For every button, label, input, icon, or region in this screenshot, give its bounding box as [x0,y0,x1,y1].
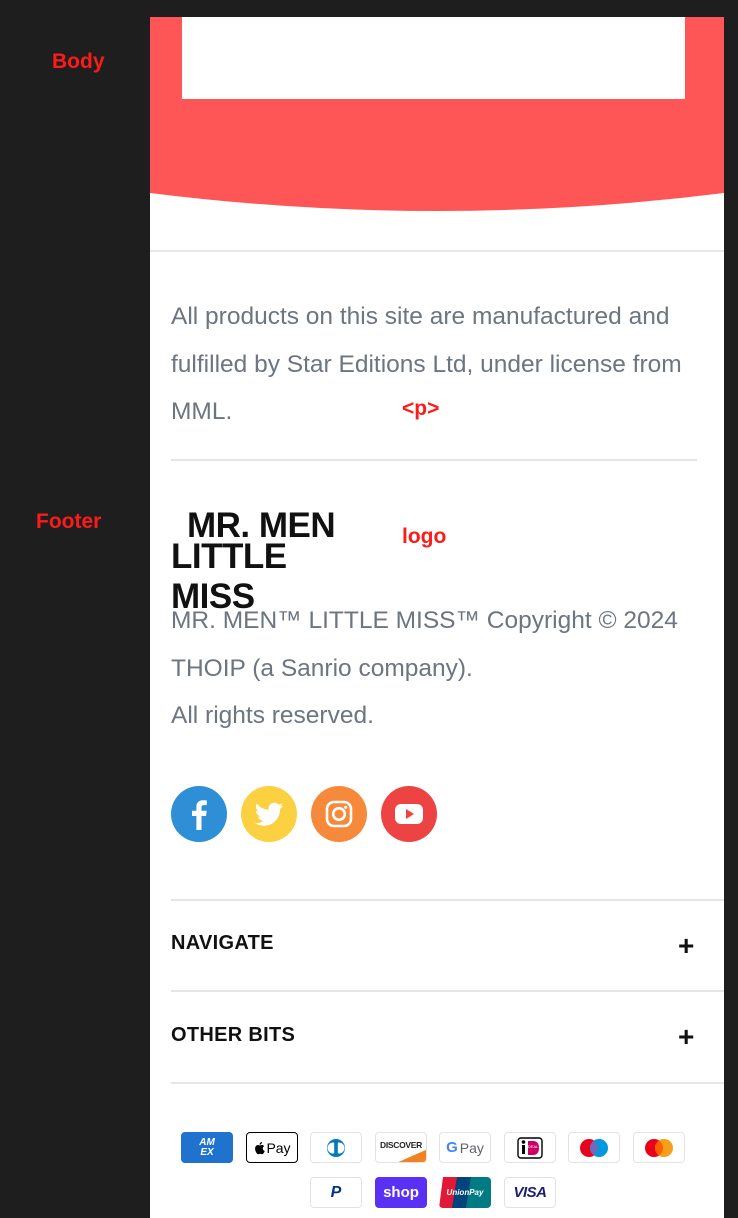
page-viewport: All products on this site are manufactur… [150,17,724,1218]
plus-icon[interactable]: + [678,932,694,960]
amex-label: AM EX [199,1136,215,1158]
body-annotation: Body [52,50,105,73]
footer-annotation: Footer [36,510,102,533]
google-g-icon: G [446,1139,458,1156]
mr-men-little-miss-logo[interactable]: MR. MEN LITTLE MISS [171,506,377,616]
divider [171,1082,724,1084]
unionpay-icon: UnionPay [439,1177,491,1208]
diners-club-icon [310,1132,362,1163]
plus-icon[interactable]: + [678,1023,694,1051]
instagram-icon[interactable] [311,786,367,842]
shop-pay-label: shop [383,1184,419,1201]
ideal-label: iDEAL [527,1144,539,1149]
google-pay-icon: G Pay [439,1132,491,1163]
unionpay-label: UnionPay [446,1188,484,1197]
facebook-icon[interactable] [171,786,227,842]
divider [171,459,697,461]
maestro-icon [568,1132,620,1163]
discover-icon: DISCOVER [375,1132,427,1163]
youtube-icon[interactable] [381,786,437,842]
shop-pay-icon: shop [375,1177,427,1208]
divider [171,899,724,901]
divider [171,990,724,992]
paypal-label: P [330,1183,342,1201]
divider [150,250,724,252]
hero-white-box [182,17,685,99]
ideal-icon: iDEAL [504,1132,556,1163]
visa-label: VISA [513,1184,547,1201]
apple-pay-icon: Pay [246,1132,298,1163]
visa-icon: VISA [504,1177,556,1208]
copyright-line-1: MR. MEN™ LITTLE MISS™ Copyright © 2024 [171,607,678,634]
logo-annotation: logo [402,525,447,548]
twitter-icon[interactable] [241,786,297,842]
google-pay-label: Pay [459,1139,484,1156]
copyright-text: MR. MEN™ LITTLE MISS™ Copyright © 2024 T… [171,597,711,740]
amex-icon: AM EX [181,1132,233,1163]
accordion-title-navigate: NAVIGATE [171,932,274,954]
copyright-line-2: THOIP (a Sanrio company). [171,654,473,682]
p-tag-annotation: <p> [402,397,440,420]
apple-pay-label: Pay [266,1139,291,1156]
paypal-icon: P [310,1177,362,1208]
apple-icon [255,1141,266,1154]
mastercard-icon [633,1132,685,1163]
accordion-title-other-bits: OTHER BITS [171,1024,296,1046]
copyright-line-3: All rights reserved. [171,702,374,729]
